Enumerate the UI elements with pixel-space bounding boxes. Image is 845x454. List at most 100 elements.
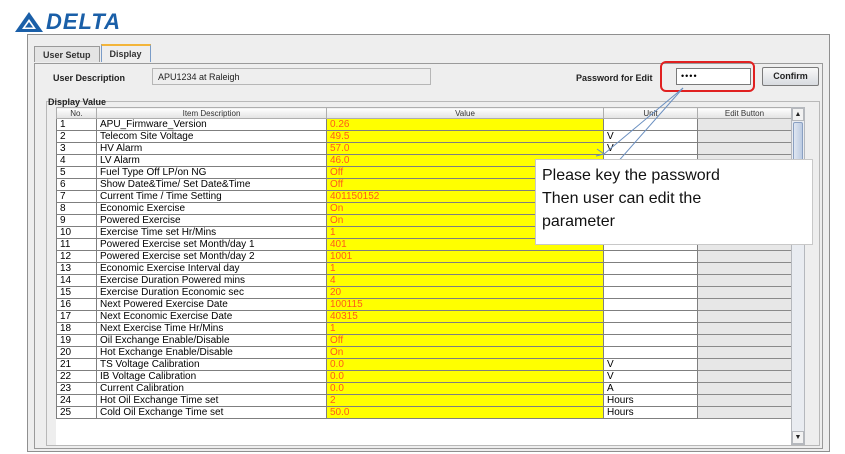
unit-cell: Hours xyxy=(603,406,698,419)
confirm-button[interactable]: Confirm xyxy=(762,67,819,86)
value-cell[interactable]: 2 xyxy=(326,394,604,407)
value-cell[interactable]: 1 xyxy=(326,322,604,335)
value-cell[interactable]: 50.0 xyxy=(326,406,604,419)
callout-line-3: parameter xyxy=(542,213,615,230)
table-row[interactable]: 3 HV Alarm 57.0 V xyxy=(56,142,791,155)
edit-button[interactable] xyxy=(697,370,791,383)
edit-button[interactable] xyxy=(697,142,791,155)
callout-line-2: Then user can edit the xyxy=(542,190,702,207)
edit-button[interactable] xyxy=(697,130,791,143)
edit-button[interactable] xyxy=(697,406,791,419)
table-row[interactable]: 22 IB Voltage Calibration 0.0 V xyxy=(56,370,791,383)
edit-button[interactable] xyxy=(697,346,791,359)
item-description-cell: Economic Exercise xyxy=(96,202,327,215)
table-row[interactable]: 23 Current Calibration 0.0 A xyxy=(56,382,791,395)
col-header-value[interactable]: Value xyxy=(326,107,604,119)
table-row[interactable]: 13 Economic Exercise Interval day 1 xyxy=(56,262,791,275)
table-row[interactable]: 14 Exercise Duration Powered mins 4 xyxy=(56,274,791,287)
unit-cell xyxy=(603,118,698,131)
table-row[interactable]: 12 Powered Exercise set Month/day 2 1001 xyxy=(56,250,791,263)
edit-button[interactable] xyxy=(697,382,791,395)
table-row[interactable]: 17 Next Economic Exercise Date 40315 xyxy=(56,310,791,323)
value-cell[interactable]: Off xyxy=(326,334,604,347)
value-cell[interactable]: 0.0 xyxy=(326,382,604,395)
value-cell[interactable]: 4 xyxy=(326,274,604,287)
value-cell[interactable]: 49.5 xyxy=(326,130,604,143)
table-row[interactable]: 20 Hot Exchange Enable/Disable On xyxy=(56,346,791,359)
row-number: 5 xyxy=(56,166,97,179)
item-description-cell: Fuel Type Off LP/on NG xyxy=(96,166,327,179)
row-number: 17 xyxy=(56,310,97,323)
unit-cell xyxy=(603,274,698,287)
value-cell[interactable]: 0.0 xyxy=(326,358,604,371)
value-cell[interactable]: 0.26 xyxy=(326,118,604,131)
table-row[interactable]: 19 Oil Exchange Enable/Disable Off xyxy=(56,334,791,347)
row-number: 20 xyxy=(56,346,97,359)
row-number: 24 xyxy=(56,394,97,407)
unit-cell xyxy=(603,286,698,299)
value-cell[interactable]: 1 xyxy=(326,262,604,275)
scroll-up-arrow-icon[interactable]: ▲ xyxy=(792,108,804,121)
password-input[interactable]: •••• xyxy=(676,68,751,85)
item-description-cell: Powered Exercise xyxy=(96,214,327,227)
row-number: 7 xyxy=(56,190,97,203)
value-cell[interactable]: 57.0 xyxy=(326,142,604,155)
item-description-cell: Current Time / Time Setting xyxy=(96,190,327,203)
item-description-cell: IB Voltage Calibration xyxy=(96,370,327,383)
item-description-cell: HV Alarm xyxy=(96,142,327,155)
edit-button[interactable] xyxy=(697,262,791,275)
scroll-down-arrow-icon[interactable]: ▼ xyxy=(792,431,804,444)
item-description-cell: TS Voltage Calibration xyxy=(96,358,327,371)
row-number: 15 xyxy=(56,286,97,299)
table-row[interactable]: 1 APU_Firmware_Version 0.26 xyxy=(56,118,791,131)
tab-user-setup[interactable]: User Setup xyxy=(34,46,100,62)
col-header-no[interactable]: No. xyxy=(56,107,97,119)
row-number: 6 xyxy=(56,178,97,191)
edit-button[interactable] xyxy=(697,298,791,311)
value-cell[interactable]: 40315 xyxy=(326,310,604,323)
row-number: 23 xyxy=(56,382,97,395)
table-row[interactable]: 16 Next Powered Exercise Date 100115 xyxy=(56,298,791,311)
value-cell[interactable]: 1001 xyxy=(326,250,604,263)
table-row[interactable]: 18 Next Exercise Time Hr/Mins 1 xyxy=(56,322,791,335)
edit-button[interactable] xyxy=(697,250,791,263)
col-header-edit-button[interactable]: Edit Button xyxy=(697,107,791,119)
item-description-cell: LV Alarm xyxy=(96,154,327,167)
unit-cell: V xyxy=(603,142,698,155)
table-vertical-scrollbar[interactable]: ▲ ▼ xyxy=(791,107,805,445)
annotation-callout: Please key the password Then user can ed… xyxy=(535,159,813,245)
value-cell[interactable]: 20 xyxy=(326,286,604,299)
row-number: 2 xyxy=(56,130,97,143)
table-row[interactable]: 24 Hot Oil Exchange Time set 2 Hours xyxy=(56,394,791,407)
table-row[interactable]: 15 Exercise Duration Economic sec 20 xyxy=(56,286,791,299)
value-cell[interactable]: On xyxy=(326,346,604,359)
item-description-cell: Oil Exchange Enable/Disable xyxy=(96,334,327,347)
edit-button[interactable] xyxy=(697,286,791,299)
value-cell[interactable]: 100115 xyxy=(326,298,604,311)
col-header-item-description[interactable]: Item Description xyxy=(96,107,327,119)
row-number: 19 xyxy=(56,334,97,347)
table-row[interactable]: 25 Cold Oil Exchange Time set 50.0 Hours xyxy=(56,406,791,419)
item-description-cell: Telecom Site Voltage xyxy=(96,130,327,143)
item-description-cell: Hot Oil Exchange Time set xyxy=(96,394,327,407)
edit-button[interactable] xyxy=(697,274,791,287)
item-description-cell: Exercise Time set Hr/Mins xyxy=(96,226,327,239)
table-row[interactable]: 2 Telecom Site Voltage 49.5 V xyxy=(56,130,791,143)
tab-display[interactable]: Display xyxy=(100,44,151,62)
item-description-cell: Current Calibration xyxy=(96,382,327,395)
brand-name: DELTA xyxy=(46,9,122,34)
row-number: 9 xyxy=(56,214,97,227)
value-cell[interactable]: 0.0 xyxy=(326,370,604,383)
item-description-cell: Next Economic Exercise Date xyxy=(96,310,327,323)
edit-button[interactable] xyxy=(697,322,791,335)
col-header-unit[interactable]: Unit xyxy=(603,107,698,119)
item-description-cell: Hot Exchange Enable/Disable xyxy=(96,346,327,359)
edit-button[interactable] xyxy=(697,334,791,347)
unit-cell xyxy=(603,346,698,359)
table-row[interactable]: 21 TS Voltage Calibration 0.0 V xyxy=(56,358,791,371)
edit-button[interactable] xyxy=(697,118,791,131)
edit-button[interactable] xyxy=(697,310,791,323)
edit-button[interactable] xyxy=(697,394,791,407)
delta-logo: DELTA xyxy=(14,10,121,34)
edit-button[interactable] xyxy=(697,358,791,371)
